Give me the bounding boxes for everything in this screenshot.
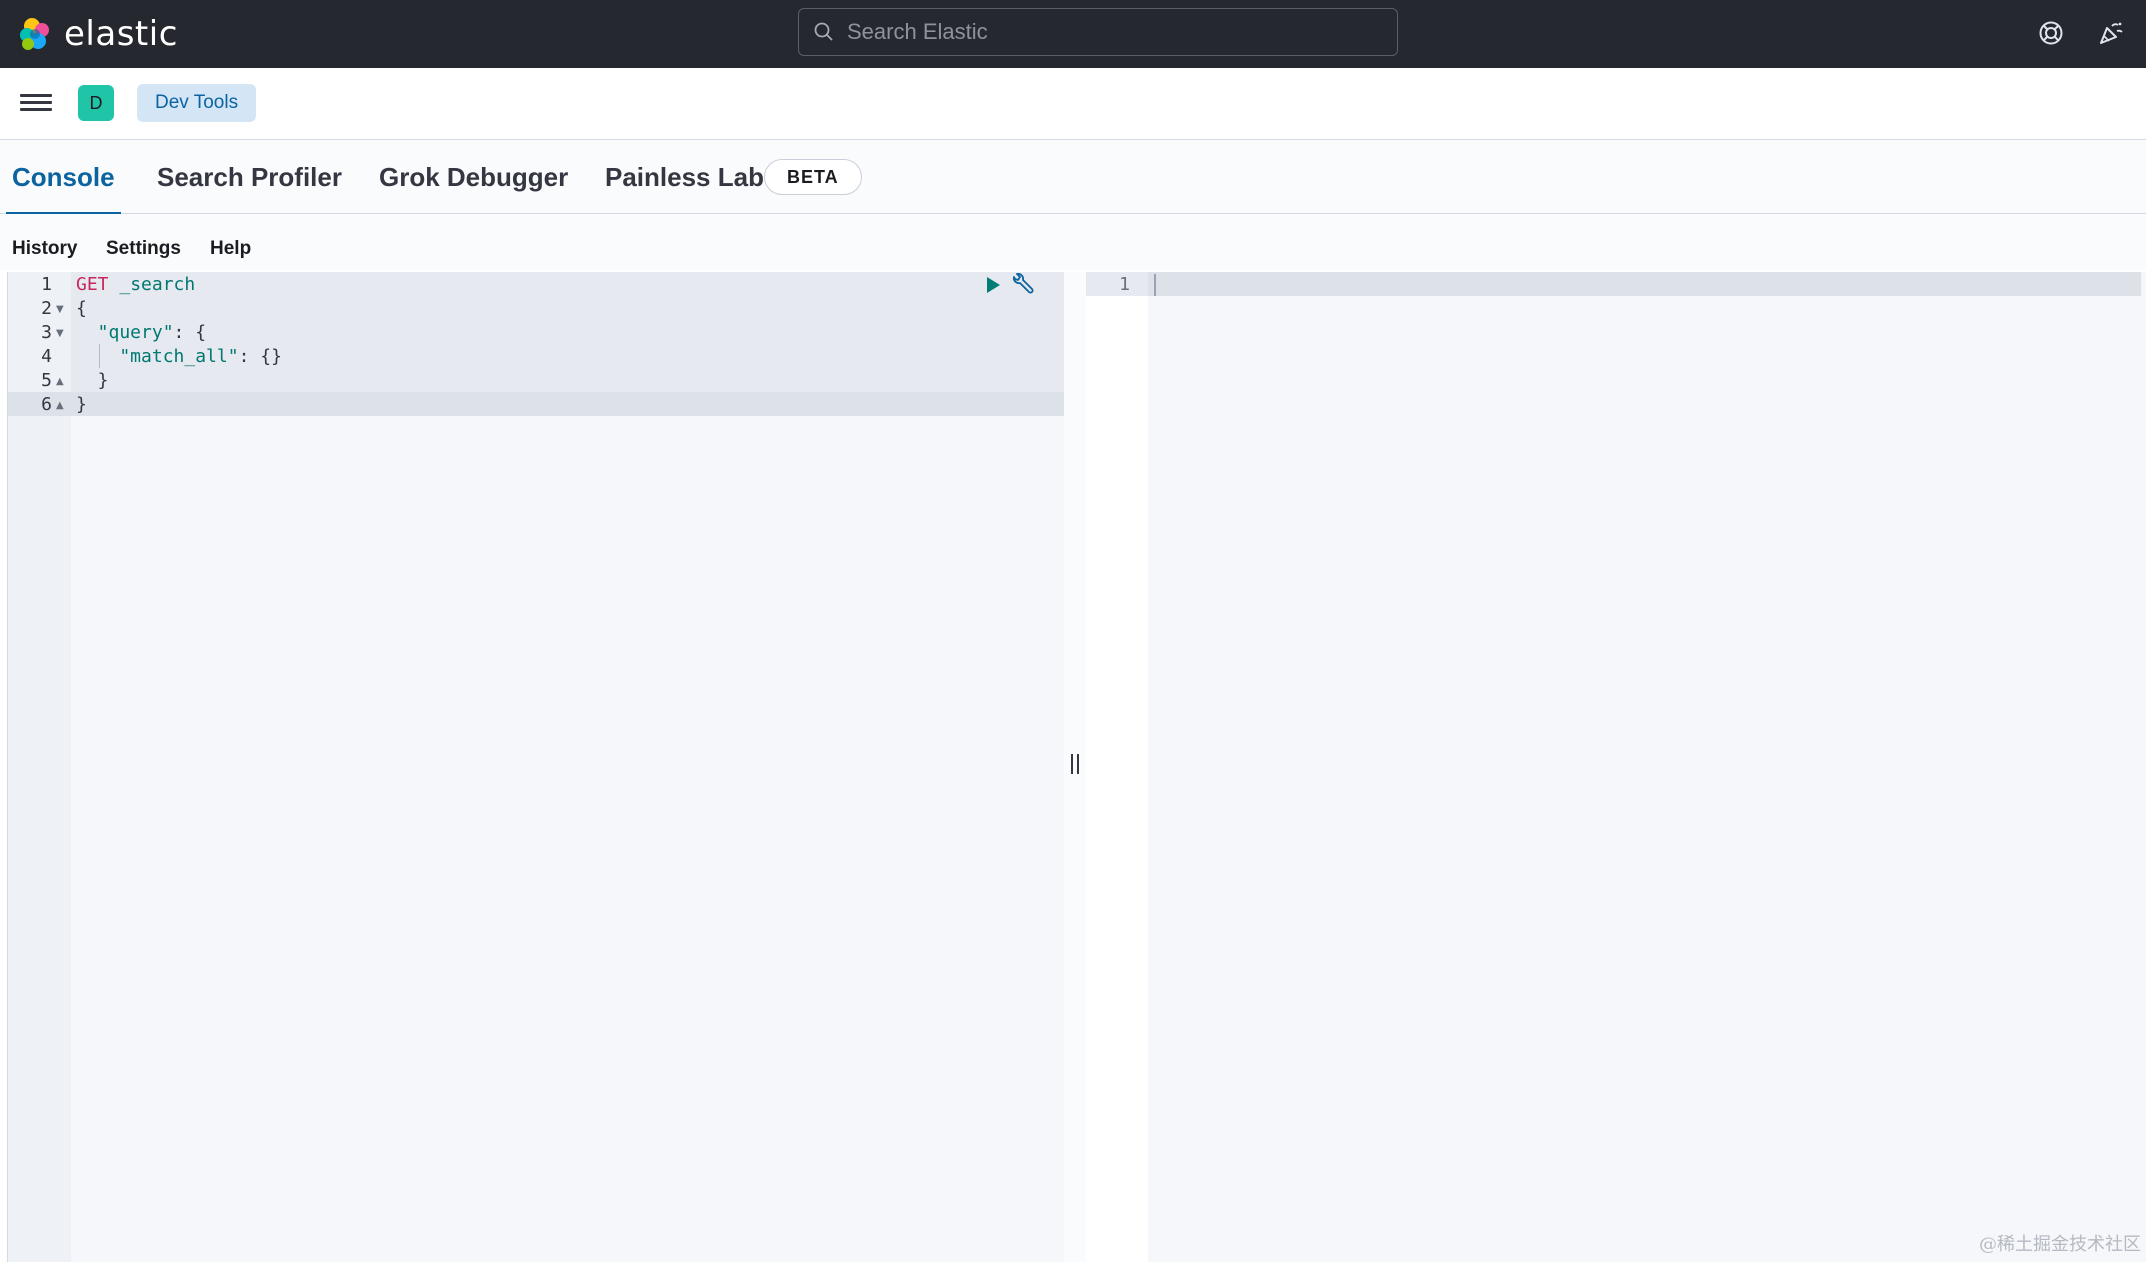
help-link[interactable]: Help [210, 238, 251, 260]
newsfeed-icon[interactable] [2094, 16, 2128, 50]
breadcrumb-bar: D Dev Tools [0, 68, 2146, 140]
top-header: elastic [0, 0, 2146, 68]
json-punct: : {} [238, 346, 282, 367]
tab-search-profiler[interactable]: Search Profiler [157, 140, 342, 214]
active-line [1086, 272, 2141, 296]
space-avatar[interactable]: D [78, 85, 114, 121]
request-path: _search [108, 274, 196, 295]
settings-link[interactable]: Settings [106, 238, 181, 260]
code-line-3: "query": { [76, 322, 206, 343]
fold-open-icon[interactable]: ▼ [56, 328, 64, 339]
active-line [8, 392, 1065, 416]
json-key: "match_all" [76, 346, 239, 367]
send-request-icon[interactable] [983, 275, 1003, 295]
line-number: 2 [41, 298, 52, 319]
code-line-6: } [76, 394, 87, 415]
code-line-2: { [76, 298, 87, 319]
line-number: 1 [41, 274, 52, 295]
history-link[interactable]: History [12, 238, 77, 260]
hamburger-menu-icon[interactable] [20, 90, 52, 118]
line-number: 4 [41, 346, 52, 367]
tab-console[interactable]: Console [6, 140, 121, 215]
text-cursor [1154, 274, 1156, 296]
output-gutter [1086, 272, 1148, 1262]
request-editor[interactable]: 1 2 3 4 5 6 ▼ ▼ ▲ ▲ GET _search { "query… [7, 272, 1065, 1262]
elastic-logo-icon [20, 18, 49, 50]
fold-close-icon[interactable]: ▲ [56, 400, 64, 411]
json-key: "query" [76, 322, 174, 343]
line-number: 5 [41, 370, 52, 391]
search-icon [814, 22, 833, 41]
dev-tools-tabs: Console Search Profiler Grok Debugger Pa… [0, 140, 2146, 215]
tab-grok-debugger[interactable]: Grok Debugger [379, 140, 568, 214]
line-number: 3 [41, 322, 52, 343]
elastic-logo[interactable]: elastic [16, 12, 178, 56]
editor-gutter [8, 272, 71, 1262]
code-line-5: } [76, 370, 109, 391]
watermark: @稀土掘金技术社区 [1979, 1234, 2141, 1255]
logo-text: elastic [64, 14, 178, 54]
breadcrumb-dev-tools[interactable]: Dev Tools [137, 84, 257, 122]
line-number: 6 [41, 394, 52, 415]
pane-resizer[interactable] [1064, 272, 1086, 1262]
line-number: 1 [1119, 274, 1130, 295]
global-search[interactable] [798, 8, 1398, 56]
console-menu: History Settings Help [0, 214, 2146, 270]
code-line-4: "match_all": {} [76, 346, 282, 367]
drag-handle-icon[interactable] [1071, 754, 1079, 774]
fold-close-icon[interactable]: ▲ [56, 376, 64, 387]
http-method: GET [76, 274, 109, 295]
fold-open-icon[interactable]: ▼ [56, 304, 64, 315]
search-input[interactable] [847, 19, 1367, 45]
code-line-1: GET _search [76, 274, 195, 295]
beta-badge: BETA [764, 159, 862, 195]
wrench-icon[interactable] [1009, 273, 1035, 299]
json-punct: : { [173, 322, 207, 343]
tab-painless-lab[interactable]: Painless Lab [605, 140, 764, 214]
help-icon[interactable] [2034, 16, 2068, 50]
response-output[interactable]: 1 [1086, 272, 2146, 1262]
